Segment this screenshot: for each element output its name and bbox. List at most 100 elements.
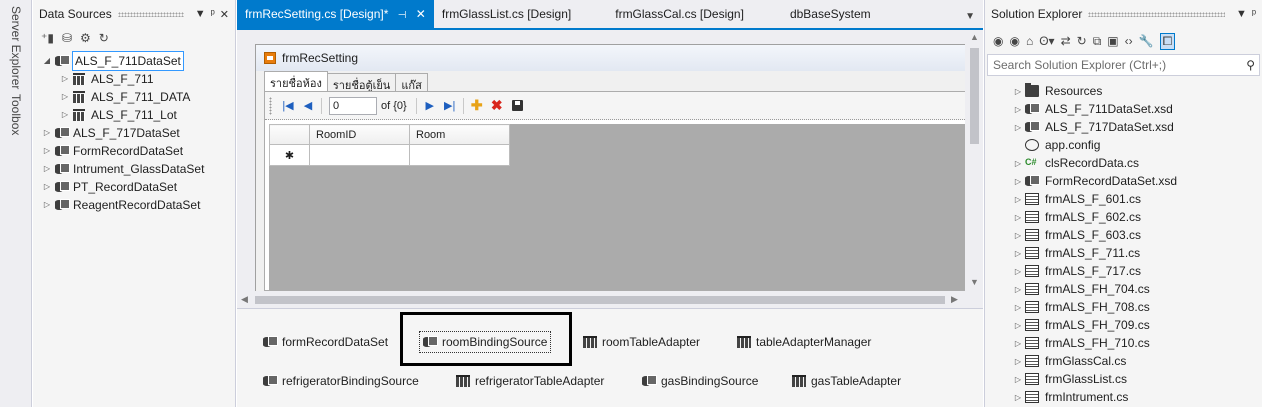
scroll-left-icon[interactable]: ◀ xyxy=(241,294,248,305)
column-header-room[interactable]: Room xyxy=(409,124,510,145)
column-header-roomid[interactable]: RoomID xyxy=(309,124,410,145)
server-explorer-tab[interactable]: Server Explorer xyxy=(9,6,23,89)
form-tab-refrigerators[interactable]: รายชื่อตู้เย็น xyxy=(326,73,397,92)
grid-cell[interactable] xyxy=(409,144,510,166)
component-refrigeratorbindingsource[interactable]: refrigeratorBindingSource xyxy=(263,374,419,388)
tree-item-dataset[interactable]: ▷ Intrument_GlassDataSet xyxy=(33,160,235,178)
save-icon[interactable] xyxy=(511,100,523,111)
collapsed-arrow-icon[interactable]: ▷ xyxy=(1011,393,1025,402)
toolbar-grip[interactable] xyxy=(269,96,272,115)
solution-item[interactable]: ▷ frmALS_FH_704.cs xyxy=(985,280,1262,298)
designer-vertical-scrollbar[interactable]: ▲ ▼ xyxy=(966,30,983,292)
tree-item-table[interactable]: ▷ ALS_F_711_DATA xyxy=(33,88,235,106)
panel-grip[interactable] xyxy=(1088,11,1225,17)
solution-item-resources[interactable]: ▷ Resources xyxy=(985,82,1262,100)
move-previous-icon[interactable]: ◀ xyxy=(298,99,318,112)
scroll-up-icon[interactable]: ▲ xyxy=(970,32,979,42)
collapsed-arrow-icon[interactable]: ▷ xyxy=(1011,177,1025,186)
collapsed-arrow-icon[interactable]: ▷ xyxy=(1011,87,1025,96)
move-last-icon[interactable]: ▶| xyxy=(440,99,460,112)
scroll-thumb[interactable] xyxy=(970,48,979,144)
delete-icon[interactable]: ✖ xyxy=(487,97,507,114)
move-next-icon[interactable]: ▶ xyxy=(420,99,440,112)
form-window[interactable]: frmRecSetting รายชื่อห้อง รายชื่อตู้เย็น… xyxy=(255,44,965,292)
configure-icon[interactable]: ⚙ xyxy=(80,31,91,45)
grid-corner-cell[interactable] xyxy=(269,124,310,145)
collapsed-arrow-icon[interactable]: ▷ xyxy=(1011,159,1025,168)
collapsed-arrow-icon[interactable]: ▷ xyxy=(1011,267,1025,276)
collapsed-arrow-icon[interactable]: ▷ xyxy=(1011,321,1025,330)
datagridview[interactable]: RoomID Room ✱ xyxy=(269,124,965,290)
tab-dbbasesystem[interactable]: dbBaseSystem xyxy=(782,0,879,28)
solution-item[interactable]: app.config xyxy=(985,136,1262,154)
tree-item-dataset[interactable]: ◢ ALS_F_711DataSet xyxy=(33,51,235,71)
component-formrecorddataset[interactable]: formRecordDataSet xyxy=(263,335,388,349)
expanded-arrow-icon[interactable]: ◢ xyxy=(41,52,53,70)
properties-icon[interactable]: 🔧 xyxy=(1139,34,1154,48)
forward-icon[interactable]: ◉ xyxy=(1009,34,1019,48)
pending-changes-icon[interactable]: ⇄ xyxy=(1061,34,1071,48)
collapsed-arrow-icon[interactable]: ▷ xyxy=(59,70,71,88)
component-gastableadapter[interactable]: gasTableAdapter xyxy=(792,374,901,388)
tab-frmglasslist-design[interactable]: frmGlassList.cs [Design] xyxy=(434,0,579,28)
close-icon[interactable]: ✕ xyxy=(416,7,426,21)
tab-overflow-dropdown-icon[interactable]: ▼ xyxy=(957,11,983,28)
collapsed-arrow-icon[interactable]: ▷ xyxy=(1011,357,1025,366)
show-all-files-icon[interactable]: ▣ xyxy=(1107,34,1118,48)
tree-item-dataset[interactable]: ▷ ALS_F_717DataSet xyxy=(33,124,235,142)
pin-icon[interactable]: ᵖ xyxy=(211,8,215,20)
tab-frmglasscal-design[interactable]: frmGlassCal.cs [Design] xyxy=(607,0,752,28)
move-first-icon[interactable]: |◀ xyxy=(278,99,298,112)
panel-menu-icon[interactable]: ▼ xyxy=(195,8,206,20)
scroll-right-icon[interactable]: ▶ xyxy=(951,294,958,305)
collapsed-arrow-icon[interactable]: ▷ xyxy=(1011,195,1025,204)
grid-cell[interactable] xyxy=(309,144,410,166)
tree-item-table[interactable]: ▷ ALS_F_711 xyxy=(33,70,235,88)
component-gasbindingsource[interactable]: gasBindingSource xyxy=(642,374,758,388)
scroll-down-icon[interactable]: ▼ xyxy=(970,277,979,287)
scroll-thumb[interactable] xyxy=(255,296,945,304)
solution-item[interactable]: ▷ ALS_F_717DataSet.xsd xyxy=(985,118,1262,136)
tree-item-dataset[interactable]: ▷ ReagentRecordDataSet xyxy=(33,196,235,214)
grid-new-row[interactable]: ✱ xyxy=(269,144,510,166)
collapsed-arrow-icon[interactable]: ▷ xyxy=(1011,213,1025,222)
collapsed-arrow-icon[interactable]: ▷ xyxy=(1011,339,1025,348)
solution-item[interactable]: ▷ C# clsRecordData.cs xyxy=(985,154,1262,172)
collapsed-arrow-icon[interactable]: ▷ xyxy=(41,178,53,196)
solution-item[interactable]: ▷ frmALS_F_601.cs xyxy=(985,190,1262,208)
preview-selected-icon[interactable]: ⧠ xyxy=(1159,32,1176,50)
solution-item[interactable]: ▷ frmALS_FH_710.cs xyxy=(985,334,1262,352)
component-refrigeratortableadapter[interactable]: refrigeratorTableAdapter xyxy=(456,374,604,388)
collapse-all-icon[interactable]: ⧉ xyxy=(1093,34,1102,49)
close-icon[interactable]: ✕ xyxy=(220,8,229,21)
add-data-source-icon[interactable]: ⁺▮ xyxy=(41,31,54,45)
sync-icon[interactable]: ʘ▾ xyxy=(1039,34,1054,48)
solution-item[interactable]: ▷ frmALS_F_717.cs xyxy=(985,262,1262,280)
collapsed-arrow-icon[interactable]: ▷ xyxy=(59,88,71,106)
refresh-icon[interactable]: ↻ xyxy=(1077,34,1087,48)
tab-frmrecsetting-design[interactable]: frmRecSetting.cs [Design]* ⊣ ✕ xyxy=(237,0,434,28)
position-input[interactable]: 0 xyxy=(329,96,377,115)
search-icon[interactable]: ⚲ xyxy=(1246,58,1259,72)
collapsed-arrow-icon[interactable]: ▷ xyxy=(1011,123,1025,132)
edit-dataset-icon[interactable]: ⛁ xyxy=(62,31,72,45)
collapsed-arrow-icon[interactable]: ▷ xyxy=(41,160,53,178)
pin-icon[interactable]: ᵖ xyxy=(1252,8,1256,20)
component-tableadaptermanager[interactable]: tableAdapterManager xyxy=(737,335,871,349)
add-new-icon[interactable]: ✚ xyxy=(467,97,487,114)
solution-item[interactable]: ▷ ALS_F_711DataSet.xsd xyxy=(985,100,1262,118)
collapsed-arrow-icon[interactable]: ▷ xyxy=(1011,303,1025,312)
toolbox-tab[interactable]: Toolbox xyxy=(9,94,23,135)
home-icon[interactable]: ⌂ xyxy=(1026,34,1033,48)
designer-horizontal-scrollbar[interactable]: ◀ ▶ xyxy=(237,291,966,308)
solution-item[interactable]: ▷ frmALS_FH_709.cs xyxy=(985,316,1262,334)
collapsed-arrow-icon[interactable]: ▷ xyxy=(41,124,53,142)
solution-item[interactable]: ▷ frmGlassCal.cs xyxy=(985,352,1262,370)
collapsed-arrow-icon[interactable]: ▷ xyxy=(1011,231,1025,240)
solution-search-input[interactable]: Search Solution Explorer (Ctrl+;) ⚲ xyxy=(987,54,1260,76)
tree-item-dataset[interactable]: ▷ FormRecordDataSet xyxy=(33,142,235,160)
back-icon[interactable]: ◉ xyxy=(993,34,1003,48)
form-tab-gas[interactable]: แก๊ส xyxy=(395,73,428,92)
component-roomtableadapter[interactable]: roomTableAdapter xyxy=(583,335,700,349)
collapsed-arrow-icon[interactable]: ▷ xyxy=(41,196,53,214)
